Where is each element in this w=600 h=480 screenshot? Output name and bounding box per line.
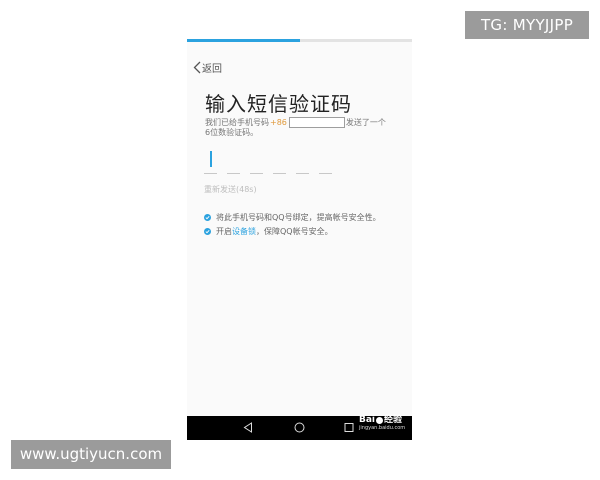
tips-list: 将此手机号码和QQ号绑定，提高帐号安全性。 开启 设备锁 ，保障QQ帐号安全。 — [204, 210, 381, 238]
tg-watermark: TG: MYYJJPP — [465, 11, 589, 39]
back-label: 返回 — [202, 64, 222, 75]
list-item: 开启 设备锁 ，保障QQ帐号安全。 — [204, 224, 381, 238]
country-code: +86 — [270, 117, 287, 127]
paw-icon — [376, 416, 384, 424]
nav-back-icon[interactable] — [243, 422, 253, 433]
code-digit-slot — [250, 173, 263, 174]
phone-screen: 返回 输入短信验证码 我们已给手机号码 +86 发送了一个 6位数验证码。 重新… — [187, 39, 412, 440]
code-digit-slot — [227, 173, 240, 174]
nav-recent-icon[interactable] — [344, 422, 354, 433]
url-watermark: www.ugtiyucn.com — [11, 440, 171, 469]
code-digit-slot — [296, 173, 309, 174]
baidu-logo-right: 经验 — [384, 415, 403, 425]
baidu-jingyan-logo: Bai 经验 jingyan.baidu.com — [359, 415, 405, 431]
progress-fill — [187, 39, 300, 42]
description: 我们已给手机号码 +86 发送了一个 6位数验证码。 — [205, 117, 405, 138]
nav-home-icon[interactable] — [294, 422, 305, 433]
check-icon — [204, 213, 211, 221]
phone-number-redacted — [288, 117, 345, 128]
device-lock-link[interactable]: 设备锁 — [232, 226, 256, 237]
baidu-logo-left: Bai — [359, 415, 376, 425]
baidu-url: jingyan.baidu.com — [359, 425, 406, 431]
code-digit-slot — [319, 173, 332, 174]
chevron-left-icon — [193, 61, 201, 74]
page-title: 输入短信验证码 — [205, 92, 352, 116]
tip-text: 将此手机号码和QQ号绑定，提高帐号安全性。 — [216, 212, 381, 222]
code-digit-slot — [204, 173, 217, 174]
check-icon — [204, 227, 211, 235]
list-item: 将此手机号码和QQ号绑定，提高帐号安全性。 — [204, 210, 381, 224]
code-input[interactable] — [204, 173, 342, 174]
back-button[interactable]: 返回 — [193, 60, 222, 75]
text-cursor — [210, 151, 212, 167]
tip-text-before: 开启 — [216, 226, 232, 236]
progress-bar — [187, 39, 412, 42]
page: TG: MYYJJPP 返回 输入短信验证码 我们已给手机号码 +86 发送了一… — [0, 0, 600, 480]
desc-text-before: 我们已给手机号码 — [205, 117, 269, 127]
desc-text-after: 发送了一个 — [345, 117, 386, 127]
tip-text-after: ，保障QQ帐号安全。 — [256, 226, 333, 236]
desc-line2: 6位数验证码。 — [205, 128, 259, 137]
resend-button[interactable]: 重新发送(48s) — [204, 184, 257, 195]
code-digit-slot — [273, 173, 286, 174]
